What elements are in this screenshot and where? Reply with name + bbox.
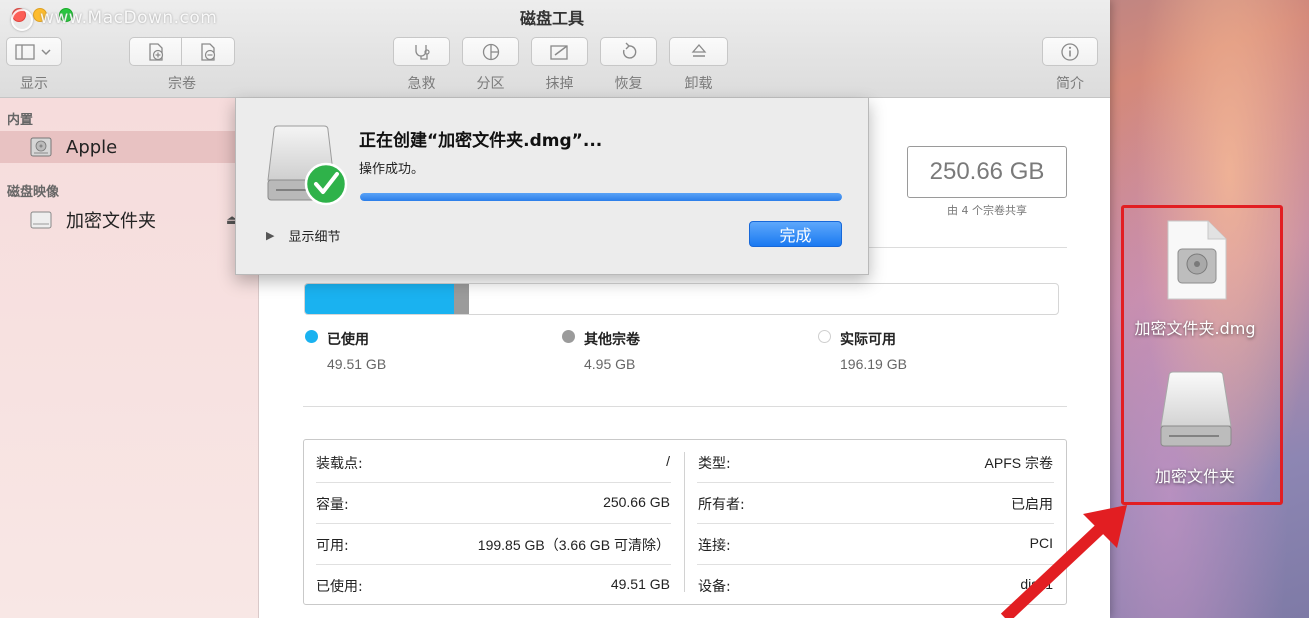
restore-button[interactable] <box>600 37 657 66</box>
unmount-button[interactable] <box>669 37 728 66</box>
add-volume-icon <box>149 42 164 61</box>
type-value: APFS 宗卷 <box>984 455 1053 471</box>
show-details-disclosure[interactable]: ▶ 显示细节 <box>266 226 340 245</box>
shared-note: 由 4 个宗卷共享 <box>947 204 1027 217</box>
available-value: 199.85 GB（3.66 GB 可清除） <box>477 537 670 553</box>
row-divider <box>316 482 671 483</box>
sidebar-section-disk-images: 磁盘映像 <box>7 185 60 200</box>
mounted-volume-label: 加密文件夹 <box>1154 467 1235 486</box>
sidebar-item-encrypted-folder[interactable]: 加密文件夹 ⏏ <box>0 204 259 236</box>
used-key: 已使用: <box>316 579 363 595</box>
legend-used-dot <box>305 330 318 343</box>
eject-icon <box>691 43 706 57</box>
info-icon <box>1061 42 1079 61</box>
info-label: 简介 <box>1056 76 1084 92</box>
mount-point-key: 装载点: <box>316 456 363 472</box>
disclosure-triangle-icon: ▶ <box>266 229 275 242</box>
partition-pie-icon <box>482 43 499 60</box>
done-button[interactable]: 完成 <box>749 221 842 247</box>
legend-free-value: 196.19 GB <box>840 356 907 372</box>
progress-bar <box>360 193 842 201</box>
mount-point-value: / <box>666 453 670 469</box>
sidebar-item-label: Apple <box>66 136 118 158</box>
first-aid-button[interactable] <box>393 37 450 66</box>
usage-other-segment <box>453 284 469 314</box>
volume-label: 宗卷 <box>168 76 196 92</box>
disk-image-icon <box>30 211 52 229</box>
usage-bar <box>304 283 1059 315</box>
sidebar: 内置 Apple 磁盘映像 加密文件夹 ⏏ <box>0 98 259 618</box>
capacity-value: 250.66 GB <box>603 494 670 510</box>
available-key: 可用: <box>316 538 349 554</box>
capacity-display: 250.66 GB <box>907 146 1067 198</box>
restore-icon <box>622 42 636 59</box>
device-key: 设备: <box>698 579 731 595</box>
partition-button[interactable] <box>462 37 519 66</box>
legend-used-value: 49.51 GB <box>327 356 387 372</box>
sidebar-item-label: 加密文件夹 <box>66 211 156 232</box>
type-key: 类型: <box>698 456 731 472</box>
volume-group-divider <box>181 37 182 66</box>
erase-label: 抹掉 <box>545 76 574 92</box>
stethoscope-icon <box>414 44 430 60</box>
create-image-dialog: 正在创建“加密文件夹.dmg”... 操作成功。 ▶ 显示细节 完成 <box>235 98 869 275</box>
separator <box>303 406 1067 407</box>
capacity-key: 容量: <box>316 497 349 513</box>
erase-button[interactable] <box>531 37 588 66</box>
disk-utility-window: www.MacDown.com 磁盘工具 显示 宗卷 急救 分区 抹掉 恢复 卸… <box>0 0 1110 618</box>
column-divider <box>684 452 685 592</box>
internal-disk-icon <box>30 137 52 157</box>
legend-other-name: 其他宗卷 <box>584 332 640 348</box>
add-volume-button[interactable] <box>130 42 182 62</box>
sidebar-view-icon <box>15 43 51 60</box>
restore-label: 恢复 <box>614 76 643 92</box>
mounted-volume-icon[interactable] <box>1159 370 1233 450</box>
dialog-status: 操作成功。 <box>359 162 425 177</box>
unmount-label: 卸载 <box>684 76 713 92</box>
row-divider <box>316 523 671 524</box>
owners-key: 所有者: <box>698 497 745 513</box>
row-divider <box>316 564 671 565</box>
view-button[interactable] <box>6 37 62 66</box>
partition-label: 分区 <box>476 76 505 92</box>
first-aid-label: 急救 <box>407 76 436 92</box>
show-details-label: 显示细节 <box>288 230 341 245</box>
legend-free-dot <box>818 330 831 343</box>
legend-other-dot <box>562 330 575 343</box>
remove-volume-icon <box>201 42 216 61</box>
volume-button-group <box>129 37 235 66</box>
legend-used-name: 已使用 <box>327 332 369 348</box>
disk-image-success-icon <box>267 125 348 206</box>
progress-fill <box>360 193 842 201</box>
usage-used-segment <box>305 284 454 314</box>
erase-icon <box>549 44 568 60</box>
legend-other-value: 4.95 GB <box>584 356 636 372</box>
volume-info-table: 装载点: / 容量: 250.66 GB 可用: 199.85 GB（3.66 … <box>303 439 1067 605</box>
legend-free-name: 实际可用 <box>840 332 896 348</box>
view-label: 显示 <box>20 76 48 92</box>
red-arrow-icon <box>1000 505 1127 618</box>
remove-volume-button[interactable] <box>182 42 234 62</box>
sidebar-section-internal: 内置 <box>7 113 34 128</box>
toolbar: www.MacDown.com 磁盘工具 显示 宗卷 急救 分区 抹掉 恢复 卸… <box>0 0 1110 98</box>
window-title: 磁盘工具 <box>519 9 584 28</box>
sidebar-item-apple[interactable]: Apple <box>0 131 259 163</box>
row-divider <box>697 482 1054 483</box>
dialog-title: 正在创建“加密文件夹.dmg”... <box>359 131 603 151</box>
connection-key: 连接: <box>698 538 731 554</box>
dmg-file-label: 加密文件夹.dmg <box>1134 319 1256 338</box>
info-button[interactable] <box>1042 37 1098 66</box>
used-value: 49.51 GB <box>610 576 670 592</box>
dmg-file-icon[interactable] <box>1164 219 1228 301</box>
